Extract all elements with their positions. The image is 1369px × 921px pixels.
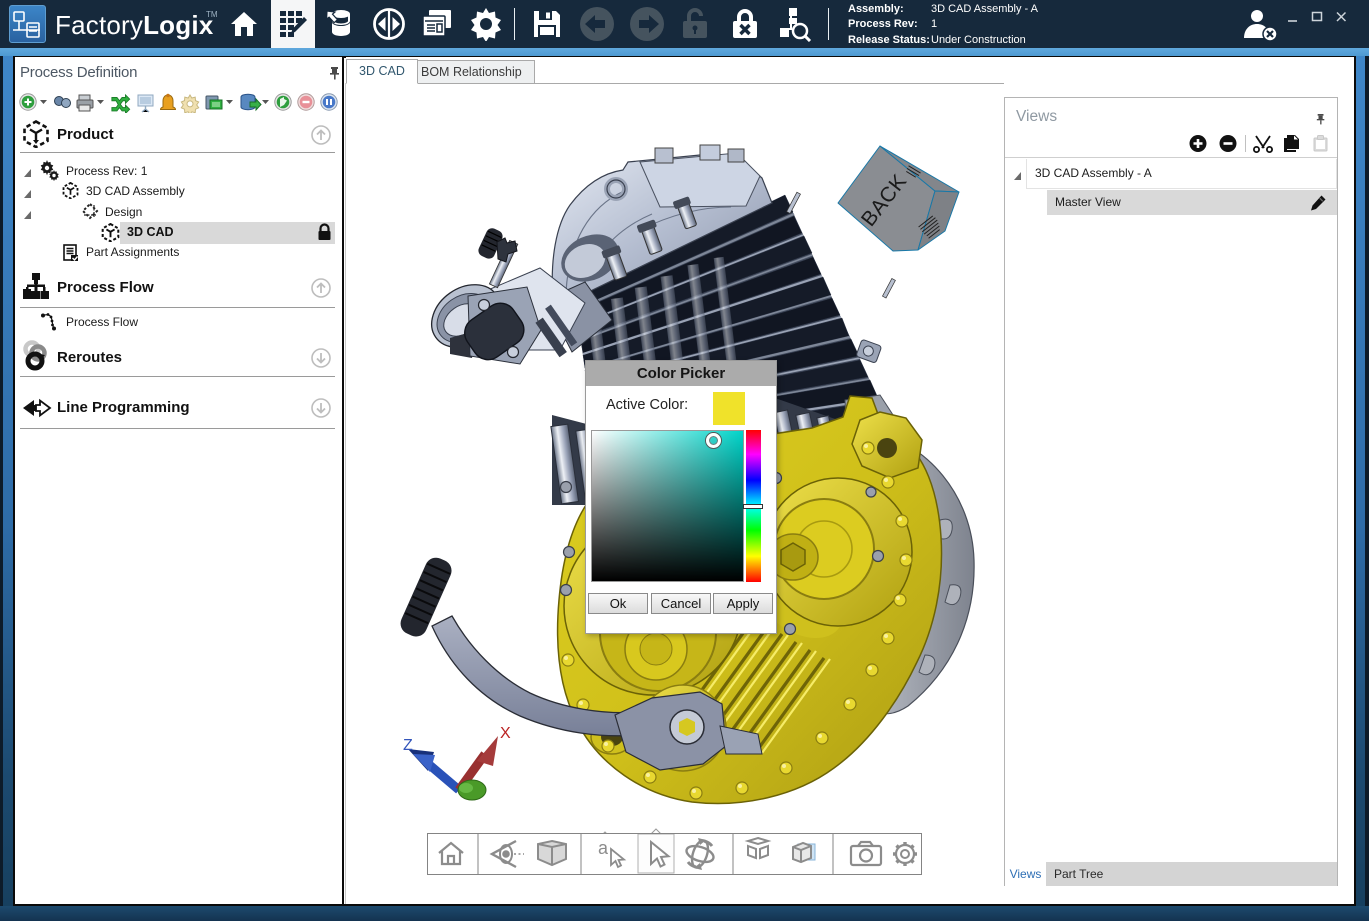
svg-text:Z: Z xyxy=(403,737,413,754)
svg-text:a: a xyxy=(598,838,609,858)
svg-text:X: X xyxy=(500,725,511,742)
